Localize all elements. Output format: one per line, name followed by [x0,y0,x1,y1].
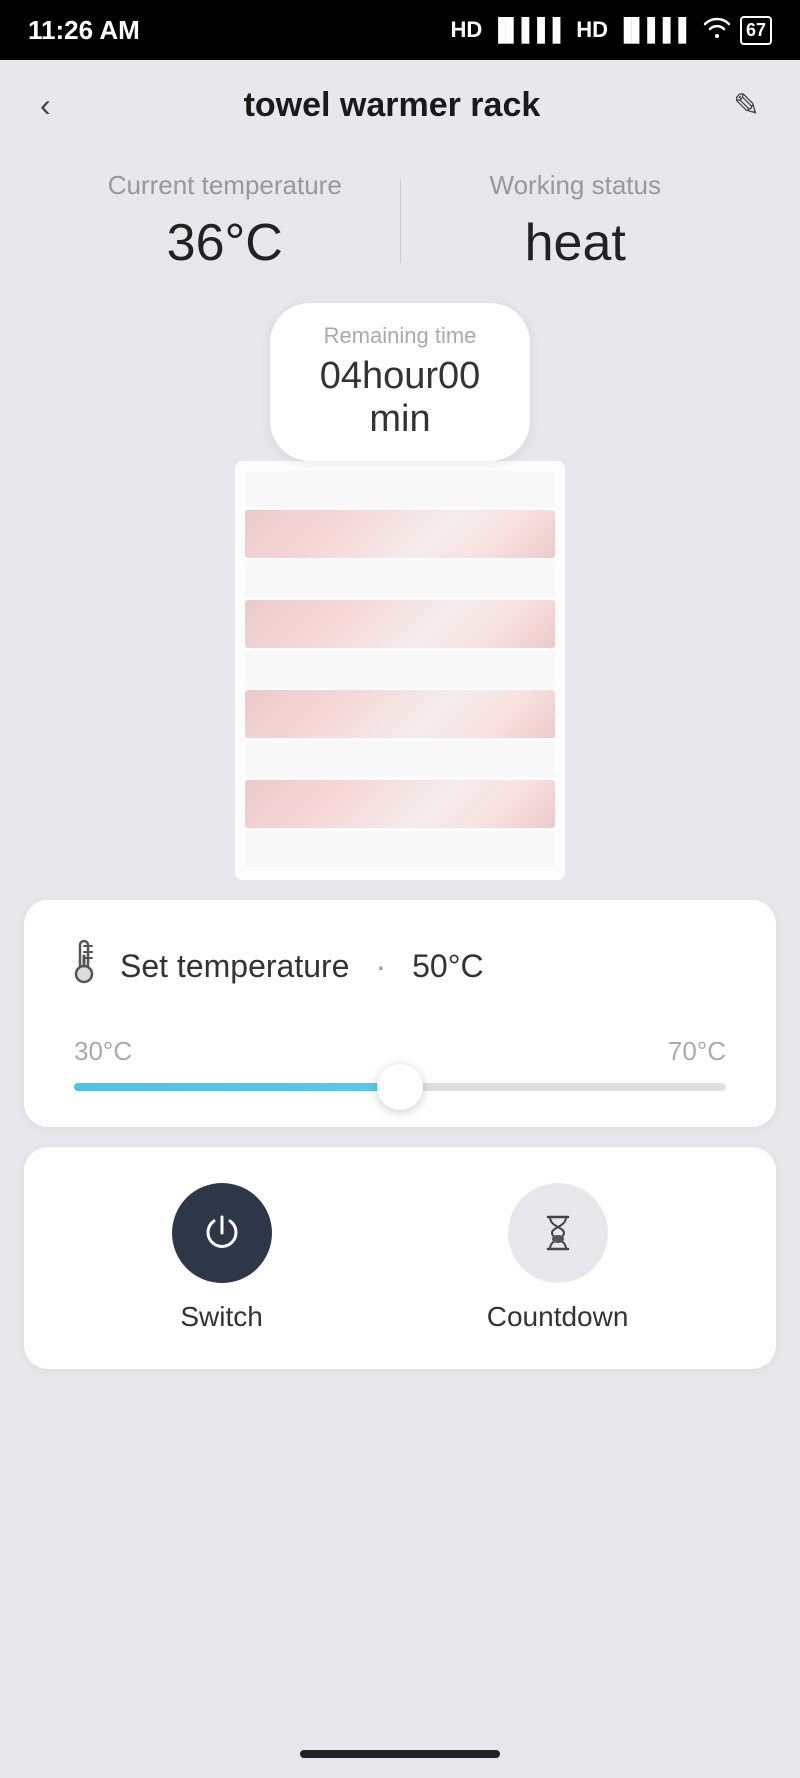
slider-max-label: 70°C [668,1036,726,1067]
rack-bar-5 [245,831,555,867]
thermometer-icon [64,936,104,996]
slider-fill [74,1083,400,1091]
towel-1 [245,510,555,558]
slider-labels: 30°C 70°C [74,1036,726,1067]
switch-label: Switch [180,1301,262,1333]
temp-dot: · [375,948,386,985]
current-temp-block: Current temperature 36°C [50,170,400,273]
hd-label: HD [451,17,483,43]
countdown-label: Countdown [487,1301,629,1333]
rack-bar-3 [245,651,555,687]
status-icons: HD ▐▌▌▌▌ HD ▐▌▌▌▌ 67 [451,16,772,45]
remaining-time-value: 04hour00 min [320,355,481,441]
working-status-label: Working status [401,170,751,201]
status-bar: 11:26 AM HD ▐▌▌▌▌ HD ▐▌▌▌▌ 67 [0,0,800,60]
temperature-card: Set temperature · 50°C 30°C 70°C [24,900,776,1127]
hd-label2: HD [576,17,608,43]
controls-card: Switch Countdown [24,1147,776,1369]
slider-min-label: 30°C [74,1036,132,1067]
set-temp-value: 50°C [412,948,484,985]
temp-slider-container[interactable]: 30°C 70°C [64,1036,736,1091]
current-temp-value: 36°C [50,213,400,273]
rack-bar-2 [245,561,555,597]
hourglass-icon [536,1211,580,1255]
switch-icon-circle [172,1183,272,1283]
header: ‹ towel warmer rack ✎ [0,60,800,150]
edit-button[interactable]: ✎ [725,78,768,132]
working-status-value: heat [401,213,751,273]
working-status-block: Working status heat [401,170,751,273]
battery-icon: 67 [740,16,772,45]
remaining-time-container: Remaining time 04hour00 min [0,303,800,461]
page-title: towel warmer rack [244,86,541,125]
towel-3 [245,690,555,738]
current-temp-label: Current temperature [50,170,400,201]
signal-bars2: ▐▌▌▌▌ [616,17,694,43]
rack-bar-4 [245,741,555,777]
remaining-time-label: Remaining time [320,323,481,349]
wifi-icon [702,16,732,44]
slider-track[interactable] [74,1083,726,1091]
temp-card-header: Set temperature · 50°C [64,936,736,996]
power-icon [198,1209,246,1257]
signal-bars: ▐▌▌▌▌ [490,17,568,43]
towel-rack-visual [230,461,570,880]
rack-bar-1 [245,471,555,507]
switch-button[interactable]: Switch [172,1183,272,1333]
towel-2 [245,600,555,648]
countdown-button[interactable]: Countdown [487,1183,629,1333]
set-temp-label: Set temperature [120,948,349,985]
towel-4 [245,780,555,828]
slider-thumb[interactable] [377,1064,423,1110]
info-section: Current temperature 36°C Working status … [0,150,800,303]
back-button[interactable]: ‹ [32,79,59,132]
time-display: 11:26 AM [28,15,140,46]
remaining-time-bubble: Remaining time 04hour00 min [270,303,531,461]
home-bar [300,1750,500,1758]
countdown-icon-circle [508,1183,608,1283]
